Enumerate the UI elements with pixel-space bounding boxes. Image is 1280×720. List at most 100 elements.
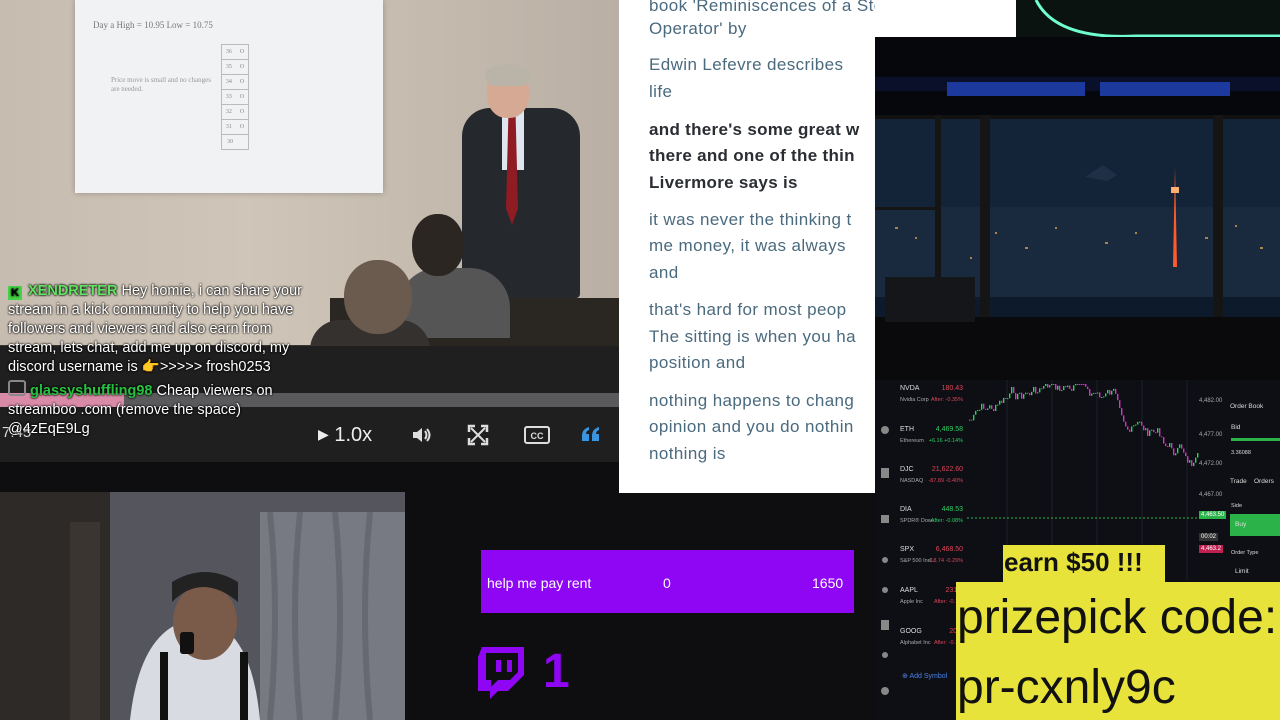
candle xyxy=(973,414,975,421)
candle xyxy=(995,404,997,411)
candle xyxy=(1027,392,1029,394)
candle xyxy=(977,409,979,411)
candle xyxy=(1171,443,1173,449)
watchlist-change: -18.74 -0.29% xyxy=(928,558,963,564)
presenter-hair xyxy=(485,64,531,86)
candle xyxy=(1019,392,1021,394)
add-symbol-button[interactable]: ⊕ Add Symbol xyxy=(902,672,947,680)
candle xyxy=(1153,429,1155,433)
watchlist-name: Apple Inc xyxy=(900,599,923,605)
ladder-cell: 32 O xyxy=(221,104,249,119)
watchlist-price: 21,622.60 xyxy=(931,466,963,473)
transcript-line: me money, it was always xyxy=(649,236,846,255)
candle xyxy=(1121,408,1123,416)
candle xyxy=(1109,389,1111,395)
volume-icon[interactable] xyxy=(410,424,432,446)
transcript-line: Livermore says is xyxy=(649,173,798,192)
speed-button[interactable]: ▶ 1.0x xyxy=(318,424,372,447)
candle xyxy=(1151,429,1153,431)
candle xyxy=(1039,388,1041,393)
watchlist-symbol: NVDA xyxy=(900,385,920,392)
goal-target: 1650 xyxy=(812,575,844,591)
order-type-select[interactable]: Limit xyxy=(1235,568,1249,575)
watchlist-name: Ethereum xyxy=(900,438,924,444)
slide-text: Day a High = 10.95 Low = 10.75 xyxy=(93,20,213,30)
watchlist-symbol: AAPL xyxy=(900,587,918,594)
candle xyxy=(1051,384,1053,386)
orders-tab[interactable]: Orders xyxy=(1254,478,1274,485)
goal-label: help me pay rent xyxy=(487,575,592,591)
side-label: Side xyxy=(1231,503,1243,509)
candle xyxy=(1061,390,1063,392)
candle xyxy=(989,405,991,409)
candle xyxy=(1101,397,1103,399)
candle xyxy=(1041,388,1043,390)
candle xyxy=(1173,448,1175,456)
watchlist-symbol: DJC xyxy=(900,466,914,473)
candle xyxy=(1049,385,1051,388)
candle xyxy=(1139,421,1141,423)
ladder-cell: 33 O xyxy=(221,89,249,104)
play-icon: ▶ xyxy=(318,426,329,442)
quote-icon[interactable] xyxy=(580,424,602,446)
candle xyxy=(1067,385,1069,388)
candle xyxy=(1177,447,1179,454)
candle xyxy=(1003,397,1005,403)
watchlist-row[interactable]: ETH Ethereum 4,469.58 +6.16 +0.14% xyxy=(895,424,967,464)
audience-head xyxy=(344,260,412,334)
candle xyxy=(1111,390,1113,395)
candle xyxy=(1123,415,1125,422)
watchlist-row[interactable]: DIA SPDR® Dow... 448.53 After: -0.08% xyxy=(895,504,967,544)
candle xyxy=(1149,430,1151,436)
candle xyxy=(991,405,993,409)
candle xyxy=(997,404,999,406)
chat-badge-icon xyxy=(8,380,26,396)
candle xyxy=(1129,429,1131,432)
audience-head xyxy=(412,214,464,276)
svg-text:CC: CC xyxy=(531,431,544,441)
watchlist-symbol: DIA xyxy=(900,506,912,513)
fullscreen-icon[interactable] xyxy=(467,424,489,446)
ladder-cell: 36 O xyxy=(221,44,249,59)
closed-captions-icon[interactable]: CC xyxy=(524,424,550,446)
candle xyxy=(1119,400,1121,409)
transcript-line: nothing is xyxy=(649,444,726,463)
watchlist-change: +6.16 +0.14% xyxy=(928,438,963,444)
y-axis-tick: 4,467.00 xyxy=(1199,492,1223,498)
side-toolbar xyxy=(881,426,889,695)
candle xyxy=(1081,384,1083,385)
candle xyxy=(1045,384,1047,387)
transcript-line: opinion and you do nothin xyxy=(649,417,854,436)
candle xyxy=(1095,392,1097,394)
earn-text: earn $50 !!! xyxy=(1004,547,1143,577)
watchlist-price: 6,468.50 xyxy=(935,546,963,553)
candle xyxy=(1135,424,1137,426)
trade-tab[interactable]: Trade xyxy=(1230,478,1247,485)
chat-overlay: K XENDRETER Hey homie, i can share your s… xyxy=(8,282,308,439)
projector-screen: Day a High = 10.95 Low = 10.75 Price mov… xyxy=(75,0,383,193)
bid-value: 3.36088 xyxy=(1231,450,1251,456)
candle xyxy=(1195,457,1197,463)
candle xyxy=(1187,456,1189,463)
candle xyxy=(1113,388,1115,391)
watchlist-row[interactable]: DJC NASDAQ 21,622.60 -87.89 -0.40% xyxy=(895,464,967,504)
watchlist-row[interactable]: NVDA Nvidia Corp 180.43 After: -0.35% xyxy=(895,383,967,423)
candle xyxy=(1145,428,1147,431)
candle xyxy=(1091,393,1093,396)
candle xyxy=(1159,428,1161,437)
candle xyxy=(981,403,983,410)
candle xyxy=(1059,385,1061,391)
city-window-graphic xyxy=(875,37,1280,380)
candle xyxy=(1157,428,1159,433)
candle xyxy=(1179,444,1181,448)
candle xyxy=(985,408,987,410)
watchlist-name: Alphabet Inc xyxy=(900,640,931,646)
ladder-cell: 34 O xyxy=(221,74,249,89)
candle xyxy=(1141,421,1143,426)
buy-button[interactable]: Buy xyxy=(1230,514,1280,536)
order-book-label[interactable]: Order Book xyxy=(1230,403,1263,410)
watchlist-row[interactable]: SPX S&P 500 Ind... 6,468.50 -18.74 -0.29% xyxy=(895,544,967,584)
price-tag-current: 4,463.50 xyxy=(1199,511,1227,519)
candle xyxy=(1029,393,1031,396)
candle xyxy=(1193,462,1195,467)
